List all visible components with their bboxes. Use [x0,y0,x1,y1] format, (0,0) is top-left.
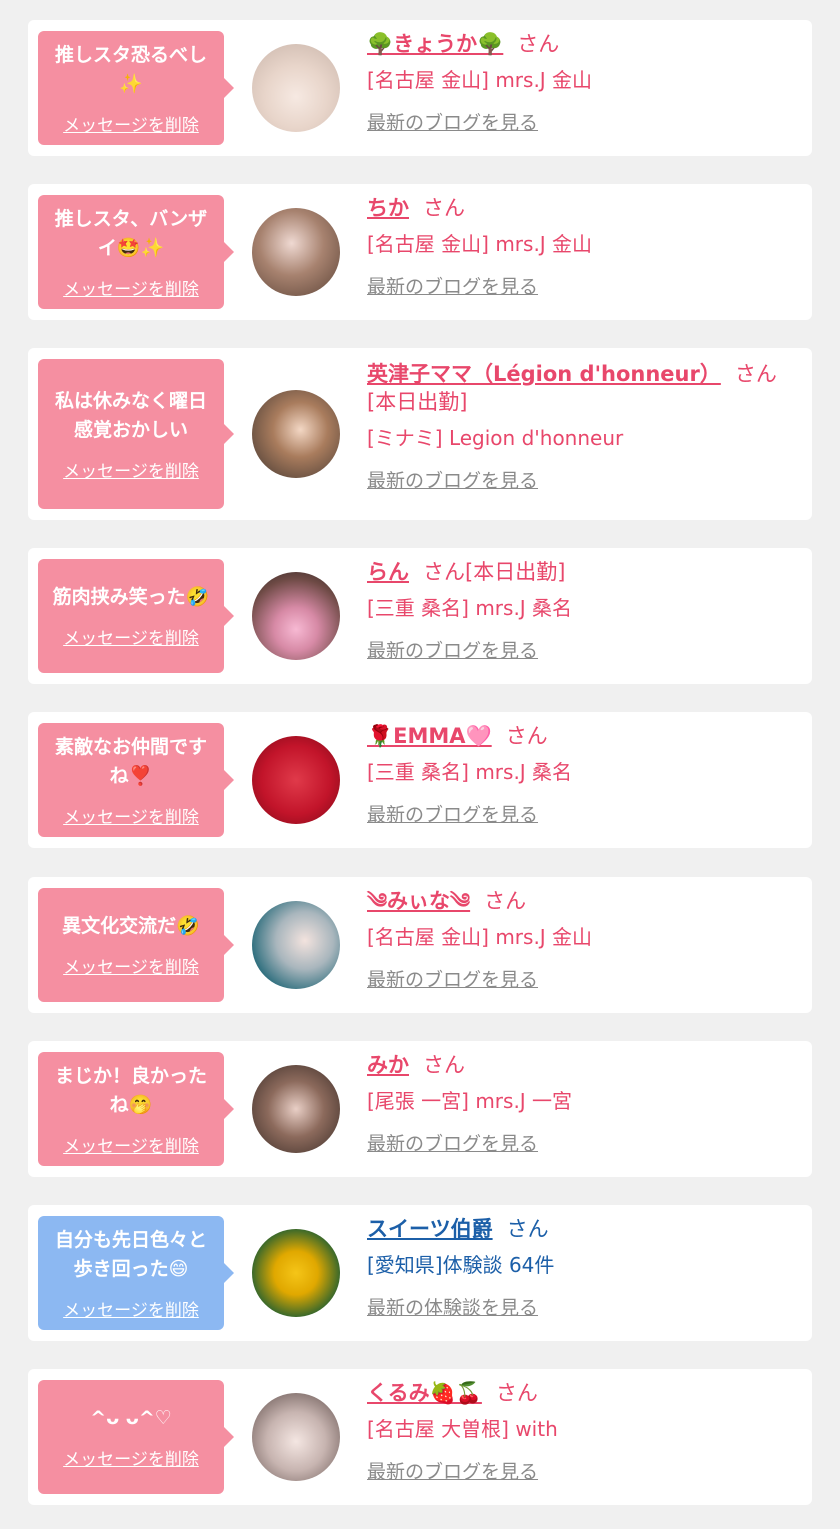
profile-info: 🌹EMMA🩷 さん [三重 桑名] mrs.J 桑名 最新のブログを見る [367,722,797,827]
profile-info: ༄みぃな༄ さん [名古屋 金山] mrs.J 金山 最新のブログを見る [367,887,797,992]
message-bubble: 異文化交流だ🤣 メッセージを削除 [38,888,234,1002]
latest-blog-link[interactable]: 最新のブログを見る [367,1129,538,1156]
honorific: さん [423,196,465,220]
delete-message-link[interactable]: メッセージを削除 [63,1296,199,1321]
name-line: みか さん [367,1051,797,1079]
honorific: さん [505,724,548,748]
delete-message-link[interactable]: メッセージを削除 [63,953,199,978]
latest-blog-link[interactable]: 最新のブログを見る [367,1457,538,1484]
name-line: 英津子ママ（Légion d'honneur） さん[本日出勤] [367,360,797,416]
profile-info: ちか さん [名古屋 金山] mrs.J 金山 最新のブログを見る [367,194,797,299]
avatar[interactable] [252,572,340,660]
message-bubble: 筋肉挟み笑った🤣 メッセージを削除 [38,559,234,673]
latest-blog-link[interactable]: 最新のブログを見る [367,965,538,992]
honorific: さん [484,889,527,913]
message-text: 推しスタ、バンザイ🤩✨ [54,207,208,259]
delete-message-link[interactable]: メッセージを削除 [63,275,199,300]
profile-info: くるみ🍓🍒 さん [名古屋 大曽根] with 最新のブログを見る [367,1379,797,1484]
avatar[interactable] [252,736,340,824]
latest-blog-link[interactable]: 最新のブログを見る [367,466,538,493]
profile-info: 英津子ママ（Légion d'honneur） さん[本日出勤] [ミナミ] Le… [367,360,797,493]
avatar[interactable] [252,44,340,132]
profile-name-link[interactable]: ちか [367,196,409,220]
profile-name-link[interactable]: らん [367,560,409,584]
latest-blog-link[interactable]: 最新のブログを見る [367,108,538,135]
honorific: さん [495,1381,538,1405]
delete-message-link[interactable]: メッセージを削除 [63,1445,199,1470]
honorific: さん[本日出勤] [423,560,566,584]
name-line: くるみ🍓🍒 さん [367,1379,797,1407]
message-bubble: 推しスタ、バンザイ🤩✨ メッセージを削除 [38,195,234,309]
message-card: まじか！良かったね🤭 メッセージを削除 みか さん [尾張 一宮] mrs.J 一… [28,1041,812,1177]
message-card: 自分も先日色々と歩き回った😄 メッセージを削除 スイーツ伯爵 さん [愛知県]体験… [28,1205,812,1341]
shop-label: [ミナミ] Legion d'honneur [367,426,624,450]
message-card: 異文化交流だ🤣 メッセージを削除 ༄みぃな༄ さん [名古屋 金山] mrs.J … [28,877,812,1013]
message-text: 自分も先日色々と歩き回った😄 [54,1228,207,1280]
message-bubble: 素敵なお仲間ですね❣️ メッセージを削除 [38,723,234,837]
shop-label: [三重 桑名] mrs.J 桑名 [367,596,573,620]
profile-name-link[interactable]: 英津子ママ（Légion d'honneur） [367,362,721,386]
message-text: ^ᴗ ᴗ^♡ [90,1407,172,1429]
honorific: さん [506,1217,549,1241]
profile-name-link[interactable]: 🌹EMMA🩷 [367,724,492,748]
name-line: らん さん[本日出勤] [367,558,797,586]
shop-label: [愛知県]体験談 64件 [367,1253,555,1277]
message-bubble: 自分も先日色々と歩き回った😄 メッセージを削除 [38,1216,234,1330]
message-text: 素敵なお仲間ですね❣️ [54,735,207,787]
message-text: まじか！良かったね🤭 [54,1064,207,1116]
profile-info: 🌳きょうか🌳 さん [名古屋 金山] mrs.J 金山 最新のブログを見る [367,30,797,135]
avatar[interactable] [252,901,340,989]
message-card: 筋肉挟み笑った🤣 メッセージを削除 らん さん[本日出勤] [三重 桑名] mrs… [28,548,812,684]
name-line: 🌹EMMA🩷 さん [367,722,797,750]
message-card: 素敵なお仲間ですね❣️ メッセージを削除 🌹EMMA🩷 さん [三重 桑名] mr… [28,712,812,848]
honorific: さん [423,1053,465,1077]
profile-name-link[interactable]: スイーツ伯爵 [367,1217,493,1241]
message-text: 私は休みなく曜日感覚おかしい [54,389,207,441]
profile-name-link[interactable]: 🌳きょうか🌳 [367,32,503,56]
message-card: 私は休みなく曜日感覚おかしい メッセージを削除 英津子ママ（Légion d'h… [28,348,812,520]
message-card: 推しスタ恐るべし✨ メッセージを削除 🌳きょうか🌳 さん [名古屋 金山] mrs… [28,20,812,156]
delete-message-link[interactable]: メッセージを削除 [63,457,199,482]
shop-label: [名古屋 金山] mrs.J 金山 [367,232,593,256]
honorific: さん [517,32,560,56]
name-line: ちか さん [367,194,797,222]
shop-label: [名古屋 金山] mrs.J 金山 [367,925,593,949]
profile-info: みか さん [尾張 一宮] mrs.J 一宮 最新のブログを見る [367,1051,797,1156]
latest-blog-link[interactable]: 最新のブログを見る [367,636,538,663]
message-card: 推しスタ、バンザイ🤩✨ メッセージを削除 ちか さん [名古屋 金山] mrs.J… [28,184,812,320]
message-bubble: ^ᴗ ᴗ^♡ メッセージを削除 [38,1380,234,1494]
delete-message-link[interactable]: メッセージを削除 [63,624,199,649]
avatar[interactable] [252,1065,340,1153]
name-line: スイーツ伯爵 さん [367,1215,797,1243]
message-text: 筋肉挟み笑った🤣 [52,586,210,608]
delete-message-link[interactable]: メッセージを削除 [63,111,199,136]
message-bubble: 推しスタ恐るべし✨ メッセージを削除 [38,31,234,145]
name-line: ༄みぃな༄ さん [367,887,797,915]
avatar[interactable] [252,1393,340,1481]
message-text: 異文化交流だ🤣 [62,915,200,937]
profile-name-link[interactable]: くるみ🍓🍒 [367,1381,482,1405]
shop-label: [三重 桑名] mrs.J 桑名 [367,760,573,784]
delete-message-link[interactable]: メッセージを削除 [63,803,199,828]
shop-label: [名古屋 金山] mrs.J 金山 [367,68,593,92]
avatar[interactable] [252,208,340,296]
message-card: ^ᴗ ᴗ^♡ メッセージを削除 くるみ🍓🍒 さん [名古屋 大曽根] with 最… [28,1369,812,1505]
profile-info: スイーツ伯爵 さん [愛知県]体験談 64件 最新の体験談を見る [367,1215,797,1320]
profile-name-link[interactable]: ༄みぃな༄ [367,889,470,913]
profile-name-link[interactable]: みか [367,1053,409,1077]
shop-label: [尾張 一宮] mrs.J 一宮 [367,1089,573,1113]
message-text: 推しスタ恐るべし✨ [54,43,207,95]
delete-message-link[interactable]: メッセージを削除 [63,1132,199,1157]
profile-info: らん さん[本日出勤] [三重 桑名] mrs.J 桑名 最新のブログを見る [367,558,797,663]
latest-review-link[interactable]: 最新の体験談を見る [367,1293,538,1320]
shop-label: [名古屋 大曽根] with [367,1417,558,1441]
latest-blog-link[interactable]: 最新のブログを見る [367,272,538,299]
avatar[interactable] [252,390,340,478]
message-bubble: まじか！良かったね🤭 メッセージを削除 [38,1052,234,1166]
name-line: 🌳きょうか🌳 さん [367,30,797,58]
latest-blog-link[interactable]: 最新のブログを見る [367,800,538,827]
message-bubble: 私は休みなく曜日感覚おかしい メッセージを削除 [38,359,234,509]
avatar[interactable] [252,1229,340,1317]
